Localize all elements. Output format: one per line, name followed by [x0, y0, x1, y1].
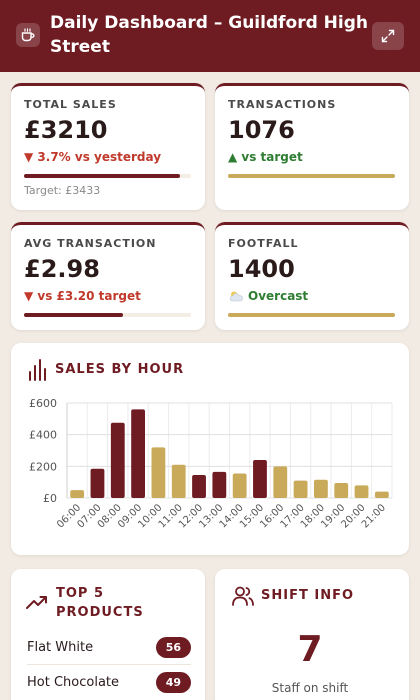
- trending-up-icon: [25, 593, 49, 615]
- kpi-value: £2.98: [24, 255, 100, 283]
- product-row[interactable]: Flat White 56: [27, 631, 191, 665]
- kpi-target: Target: £3433: [24, 184, 101, 197]
- chart-bar: [273, 466, 288, 498]
- chart-bar: [232, 473, 247, 498]
- chart-bar: [253, 460, 267, 498]
- kpi-card-transactions: TRANSACTIONS 1076 ▲ vs target: [215, 83, 409, 210]
- kpi-card-footfall: FOOTFALL 1400 Overcast: [215, 222, 409, 330]
- chart-bar: [212, 471, 227, 498]
- staff-count: 7: [297, 629, 323, 670]
- chart-bar: [334, 482, 349, 498]
- sales-by-hour-card: SALES BY HOUR £0 £200 £400 £600 06:00 07:00 08…: [11, 343, 409, 555]
- product-name: Hot Chocolate: [27, 674, 120, 690]
- product-count-badge: 49: [155, 671, 191, 693]
- kpi-progress-bar: [228, 174, 395, 178]
- product-name: Flat White: [27, 640, 94, 655]
- kpi-label: TOTAL SALES: [24, 98, 117, 111]
- chart-y-tick-label: £200: [29, 460, 57, 473]
- chart-bar: [192, 475, 206, 498]
- kpi-label: TRANSACTIONS: [228, 98, 337, 111]
- kpi-progress-bar: [24, 174, 191, 178]
- chart-bar: [110, 422, 125, 498]
- chart-bar: [314, 479, 328, 498]
- product-row[interactable]: Hot Chocolate 49: [27, 665, 191, 699]
- chart-bar: [151, 447, 166, 498]
- kpi-card-avg-transaction: AVG TRANSACTION £2.98 ▼ vs £3.20 target: [11, 222, 205, 330]
- kpi-card-total-sales: TOTAL SALES £3210 ▼ 3.7% vs yesterday Ta…: [11, 83, 205, 210]
- chart-y-tick-label: £0: [43, 492, 57, 505]
- weather-label: Overcast: [248, 289, 309, 303]
- chart-bar: [293, 480, 308, 498]
- dashboard-title: Daily Dashboard – Guildford High Street: [50, 13, 369, 57]
- chart-bar: [374, 491, 389, 498]
- coffee-cup-icon: [16, 23, 40, 47]
- product-count-badge: 56: [155, 637, 191, 658]
- chart-y-tick-label: £400: [29, 429, 57, 442]
- chart-y-tick-label: £600: [29, 397, 57, 410]
- kpi-delta: ▲ vs target: [228, 150, 303, 164]
- staff-count-label: Staff on shift: [271, 681, 349, 695]
- chart-bar: [354, 485, 369, 498]
- users-icon: [231, 585, 255, 611]
- kpi-value: 1076: [228, 116, 295, 144]
- chart-bar: [70, 490, 85, 498]
- chart-bar: [90, 468, 105, 498]
- kpi-progress-bar: [228, 313, 395, 317]
- expand-icon[interactable]: [372, 22, 404, 50]
- kpi-progress-fill: [228, 174, 395, 178]
- kpi-delta: ▼ vs £3.20 target: [24, 289, 141, 303]
- top-products-card: TOP 5 PRODUCTS Flat White 56 Hot Chocola…: [11, 569, 205, 700]
- kpi-progress-bar: [24, 313, 191, 317]
- kpi-progress-fill: [24, 174, 181, 178]
- kpi-progress-fill: [228, 313, 395, 317]
- kpi-weather: Overcast: [228, 289, 308, 303]
- shift-info-title: SHIFT INFO: [261, 588, 355, 603]
- kpi-label: AVG TRANSACTION: [24, 237, 157, 250]
- kpi-progress-fill: [24, 313, 123, 317]
- top-products-title: TOP 5 PRODUCTS: [56, 584, 144, 622]
- partly-cloudy-icon: [230, 291, 243, 302]
- sales-bar-chart: £0£200£400£60006:0007:0008:0009:0010:001…: [29, 397, 393, 531]
- kpi-delta: ▼ 3.7% vs yesterday: [24, 150, 162, 164]
- kpi-label: FOOTFALL: [228, 237, 299, 250]
- shift-info-card: SHIFT INFO 7 Staff on shift: [215, 569, 409, 700]
- kpi-value: £3210: [24, 116, 108, 144]
- top-products-title-line: TOP 5: [56, 586, 105, 601]
- app-header: Daily Dashboard – Guildford High Street: [0, 0, 420, 72]
- top-products-title-line: PRODUCTS: [56, 605, 144, 620]
- kpi-value: 1400: [228, 255, 295, 283]
- chart-bar: [131, 409, 145, 498]
- chart-bar: [171, 464, 186, 498]
